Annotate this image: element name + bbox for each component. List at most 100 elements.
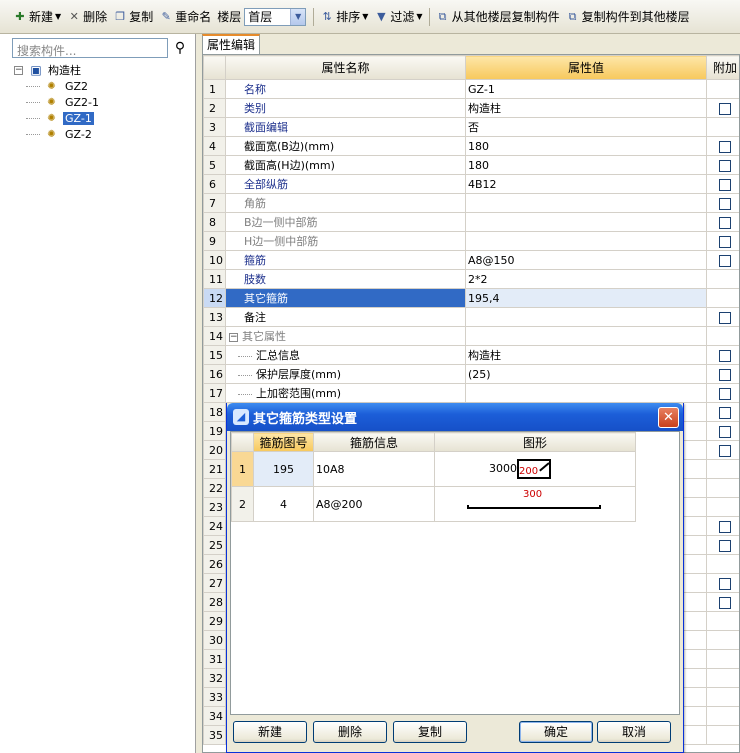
property-value[interactable]	[465, 193, 707, 213]
property-value[interactable]: 4B12	[465, 174, 707, 194]
property-value[interactable]: GZ-1	[465, 79, 707, 99]
property-name[interactable]: 截面编辑	[225, 117, 466, 137]
property-value[interactable]: 构造柱	[465, 98, 707, 118]
table-row[interactable]: 8 B边一侧中部筋	[203, 212, 739, 232]
table-row[interactable]: 7 角筋	[203, 193, 739, 213]
tab-property-edit[interactable]: 属性编辑	[202, 34, 260, 54]
property-value[interactable]: A8@150	[465, 250, 707, 270]
attach-checkbox[interactable]	[719, 235, 731, 248]
property-value[interactable]: 180	[465, 136, 707, 156]
property-name[interactable]: 名称	[225, 79, 466, 99]
attach-checkbox[interactable]	[719, 577, 731, 590]
attach-checkbox[interactable]	[719, 159, 731, 172]
property-name[interactable]: 截面高(H边)(mm)	[225, 155, 466, 175]
attach-checkbox[interactable]	[719, 254, 731, 267]
attach-checkbox[interactable]	[719, 520, 731, 533]
property-value[interactable]: 构造柱	[465, 345, 707, 365]
property-value[interactable]	[465, 212, 707, 232]
copy-from-floor-button[interactable]: ⧉ 从其他楼层复制构件	[433, 6, 563, 28]
tree-root[interactable]: − ▣ 构造柱	[14, 62, 195, 78]
new-stirrup-button[interactable]: 新建	[233, 721, 307, 743]
property-name[interactable]: 备注	[225, 307, 466, 327]
stirrup-code[interactable]: 195	[253, 451, 314, 487]
collapse-icon[interactable]: −	[229, 332, 238, 342]
property-group[interactable]: − 其它属性	[225, 326, 466, 346]
search-input[interactable]: 搜索构件...	[12, 38, 168, 58]
cancel-button[interactable]: 取消	[597, 721, 671, 743]
attach-checkbox[interactable]	[719, 387, 731, 400]
collapse-icon[interactable]: −	[14, 65, 23, 75]
property-name[interactable]: 角筋	[225, 193, 466, 213]
property-name[interactable]: 保护层厚度(mm)	[225, 364, 466, 384]
property-name[interactable]: 上加密范围(mm)	[225, 383, 466, 403]
stirrup-info[interactable]: 10A8	[313, 451, 435, 487]
table-row-selected[interactable]: 12 其它箍筋 195,4	[203, 288, 739, 308]
filter-button[interactable]: ▼ 过滤 ▼	[371, 6, 425, 28]
delete-stirrup-button[interactable]: 删除	[313, 721, 387, 743]
stirrup-shape-cell[interactable]: 300	[434, 486, 636, 522]
table-row[interactable]: 6 全部纵筋 4B12	[203, 174, 739, 194]
property-value[interactable]	[465, 383, 707, 403]
table-row[interactable]: 15 汇总信息 构造柱	[203, 345, 739, 365]
tree-item[interactable]: ✺ GZ2-1	[14, 94, 195, 110]
property-value[interactable]: 2*2	[465, 269, 707, 289]
property-name[interactable]: 截面宽(B边)(mm)	[225, 136, 466, 156]
attach-checkbox[interactable]	[719, 406, 731, 419]
attach-checkbox[interactable]	[719, 425, 731, 438]
table-row[interactable]: 3 截面编辑否	[203, 117, 739, 137]
tree-item[interactable]: ✺ GZ2	[14, 78, 195, 94]
property-name[interactable]: B边一侧中部筋	[225, 212, 466, 232]
table-row[interactable]: 11 肢数 2*2	[203, 269, 739, 289]
floor-select[interactable]: 首层 ▼	[244, 7, 307, 26]
search-icon[interactable]: ⚲	[170, 38, 190, 58]
stirrup-code[interactable]: 4	[253, 486, 314, 522]
property-name[interactable]: H边一侧中部筋	[225, 231, 466, 251]
attach-checkbox[interactable]	[719, 178, 731, 191]
table-row[interactable]: 16 保护层厚度(mm) (25)	[203, 364, 739, 384]
property-name[interactable]: 箍筋	[225, 250, 466, 270]
attach-checkbox[interactable]	[719, 216, 731, 229]
rename-button[interactable]: ✎ 重命名	[156, 6, 214, 28]
table-row[interactable]: 4 截面宽(B边)(mm) 180	[203, 136, 739, 156]
table-row[interactable]: 2 4 A8@200 300	[231, 486, 636, 522]
table-row[interactable]: 1 名称 GZ-1	[203, 79, 739, 99]
attach-checkbox[interactable]	[719, 444, 731, 457]
attach-checkbox[interactable]	[719, 197, 731, 210]
table-row[interactable]: 9 H边一侧中部筋	[203, 231, 739, 251]
property-name[interactable]: 全部纵筋	[225, 174, 466, 194]
sort-button[interactable]: ⇅ 排序 ▼	[317, 6, 371, 28]
property-value[interactable]: 否	[465, 117, 707, 137]
tree-item-selected[interactable]: ✺ GZ-1	[14, 110, 195, 126]
copy-button[interactable]: ❐ 复制	[110, 6, 156, 28]
property-value[interactable]: (25)	[465, 364, 707, 384]
new-button[interactable]: ✚ 新建 ▼	[10, 6, 64, 28]
delete-button[interactable]: ✕ 删除	[64, 6, 110, 28]
stirrup-info[interactable]: A8@200	[313, 486, 435, 522]
table-row[interactable]: 5 截面高(H边)(mm) 180	[203, 155, 739, 175]
property-name[interactable]: 其它箍筋	[225, 288, 466, 308]
copy-stirrup-button[interactable]: 复制	[393, 721, 467, 743]
attach-checkbox[interactable]	[719, 368, 731, 381]
property-name[interactable]: 类别	[225, 98, 466, 118]
attach-checkbox[interactable]	[719, 539, 731, 552]
table-row[interactable]: 14− 其它属性	[203, 326, 739, 346]
dialog-title-bar[interactable]: ◢ 其它箍筋类型设置 ✕	[227, 403, 683, 431]
ok-button[interactable]: 确定	[519, 721, 593, 743]
attach-checkbox[interactable]	[719, 311, 731, 324]
attach-checkbox[interactable]	[719, 140, 731, 153]
property-value[interactable]	[465, 231, 707, 251]
copy-to-floor-button[interactable]: ⧉ 复制构件到其他楼层	[563, 6, 693, 28]
attach-checkbox[interactable]	[719, 349, 731, 362]
table-row[interactable]: 13 备注	[203, 307, 739, 327]
attach-checkbox[interactable]	[719, 596, 731, 609]
table-row[interactable]: 17 上加密范围(mm)	[203, 383, 739, 403]
property-name[interactable]: 肢数	[225, 269, 466, 289]
attach-checkbox[interactable]	[719, 102, 731, 115]
table-row-selected[interactable]: 1 195 10A8 3000 200	[231, 451, 636, 487]
table-row[interactable]: 10 箍筋 A8@150	[203, 250, 739, 270]
property-name[interactable]: 汇总信息	[225, 345, 466, 365]
property-value[interactable]	[465, 307, 707, 327]
property-value[interactable]: 180	[465, 155, 707, 175]
close-icon[interactable]: ✕	[658, 407, 679, 428]
property-value[interactable]: 195,4	[465, 288, 707, 308]
